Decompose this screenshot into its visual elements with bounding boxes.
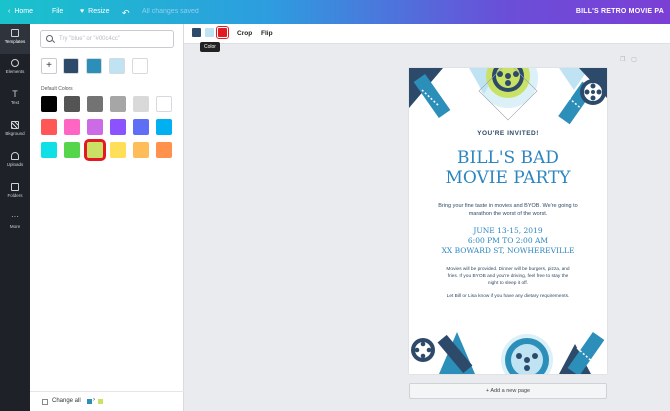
undo-button[interactable]: ↶ — [122, 8, 130, 19]
flyer-body-3[interactable]: Let Bill or Lisa know if you have any di… — [409, 293, 607, 300]
folder-icon — [11, 183, 19, 191]
flyer-body-1[interactable]: Bring your fine taste in movies and BYOB… — [409, 202, 607, 218]
flyer-date[interactable]: JUNE 13-15, 2019 — [409, 226, 607, 236]
elements-icon — [11, 59, 19, 67]
color-search-input[interactable]: Try "blue" or "#00c4cc" — [40, 30, 174, 48]
side-navigation: Templates Elements T Text Bkground Uploa… — [0, 24, 30, 411]
document-color-swatch[interactable] — [63, 58, 79, 74]
text-icon: T — [12, 89, 18, 99]
flyer-headline-1[interactable]: BILL'S BAD — [409, 148, 607, 168]
duplicate-icon[interactable]: ▢ — [631, 57, 637, 63]
undo-icon: ↶ — [122, 8, 130, 18]
default-color-swatch[interactable] — [156, 142, 172, 158]
save-status: All changes saved — [142, 8, 199, 15]
flyer-graphics — [409, 68, 607, 374]
default-color-swatch[interactable] — [41, 96, 57, 112]
nav-uploads[interactable]: Uploads — [0, 147, 30, 177]
default-color-swatch[interactable] — [41, 119, 57, 135]
nav-background[interactable]: Bkground — [0, 116, 30, 146]
design-canvas: ❐ ▢ YOU'RE INVITED! BILL'S BAD MOVIE PAR… — [184, 44, 670, 411]
default-color-swatch[interactable] — [110, 96, 126, 112]
default-color-swatch[interactable] — [133, 96, 149, 112]
toolbar-color-swatch[interactable] — [205, 28, 214, 37]
add-color-button[interactable]: + — [41, 58, 57, 74]
document-color-swatch[interactable] — [132, 58, 148, 74]
flyer-invited[interactable]: YOU'RE INVITED! — [409, 130, 607, 137]
default-color-swatch[interactable] — [64, 119, 80, 135]
default-color-swatch[interactable] — [41, 142, 57, 158]
default-color-swatch[interactable] — [87, 119, 103, 135]
toolbar-color-swatch-selected[interactable] — [216, 26, 229, 39]
nav-folders[interactable]: Folders — [0, 178, 30, 208]
default-color-swatch[interactable] — [87, 96, 103, 112]
top-bar: ‹ Home File ♥ Resize ↶ All changes saved… — [0, 0, 670, 24]
home-button[interactable]: ‹ Home — [8, 8, 33, 15]
heart-icon: ♥ — [80, 8, 85, 15]
nav-more[interactable]: ··· More — [0, 209, 30, 239]
default-color-swatch[interactable] — [156, 96, 172, 112]
toolbar-color-swatch[interactable] — [192, 28, 201, 37]
document-title[interactable]: BILL'S RETRO MOVIE PA — [576, 8, 664, 15]
upload-icon — [11, 152, 19, 160]
nav-templates[interactable]: Templates — [0, 24, 30, 54]
background-icon — [11, 121, 19, 129]
templates-icon — [11, 29, 19, 37]
default-color-swatch[interactable] — [110, 119, 126, 135]
more-icon: ··· — [11, 212, 19, 221]
document-color-swatch[interactable] — [86, 58, 102, 74]
page-actions: ❐ ▢ — [620, 56, 637, 63]
change-from-swatch — [87, 399, 92, 404]
editor-toolbar: Crop Flip — [184, 24, 670, 44]
selected-color-swatch[interactable] — [84, 139, 106, 161]
flyer-headline-2[interactable]: MOVIE PARTY — [409, 168, 607, 188]
search-icon — [46, 35, 53, 42]
flyer-time[interactable]: 6:00 PM TO 2:00 AM — [409, 236, 607, 246]
file-menu[interactable]: File — [52, 8, 63, 15]
resize-button[interactable]: ♥ Resize — [80, 8, 110, 15]
default-color-swatch[interactable] — [64, 96, 80, 112]
default-color-swatch[interactable] — [133, 142, 149, 158]
flyer-page[interactable]: YOU'RE INVITED! BILL'S BAD MOVIE PARTY B… — [409, 68, 607, 374]
default-color-swatch[interactable] — [110, 142, 126, 158]
chevron-left-icon: ‹ — [8, 8, 11, 15]
default-colors-label: Default Colors — [41, 86, 73, 92]
flip-button[interactable]: Flip — [261, 30, 273, 37]
arrow-right-icon: › — [93, 397, 95, 403]
nav-elements[interactable]: Elements — [0, 54, 30, 84]
default-color-swatch[interactable] — [156, 119, 172, 135]
crop-button[interactable]: Crop — [237, 30, 252, 37]
document-color-swatch[interactable] — [109, 58, 125, 74]
default-color-swatch[interactable] — [64, 142, 80, 158]
change-all-row: Change all › — [30, 391, 184, 411]
nav-text[interactable]: T Text — [0, 85, 30, 115]
flyer-body-2[interactable]: Movies will be provided. Dinner will be … — [409, 266, 607, 287]
add-page-button[interactable]: + Add a new page — [409, 383, 607, 399]
change-all-checkbox[interactable] — [42, 399, 48, 405]
flyer-address[interactable]: XX BOWARD ST, NOWHEREVILLE — [409, 246, 607, 256]
color-panel: Try "blue" or "#00c4cc" + Default Colors… — [30, 24, 184, 411]
copy-icon[interactable]: ❐ — [620, 57, 625, 63]
default-color-swatch[interactable] — [133, 119, 149, 135]
change-to-swatch — [98, 399, 103, 404]
